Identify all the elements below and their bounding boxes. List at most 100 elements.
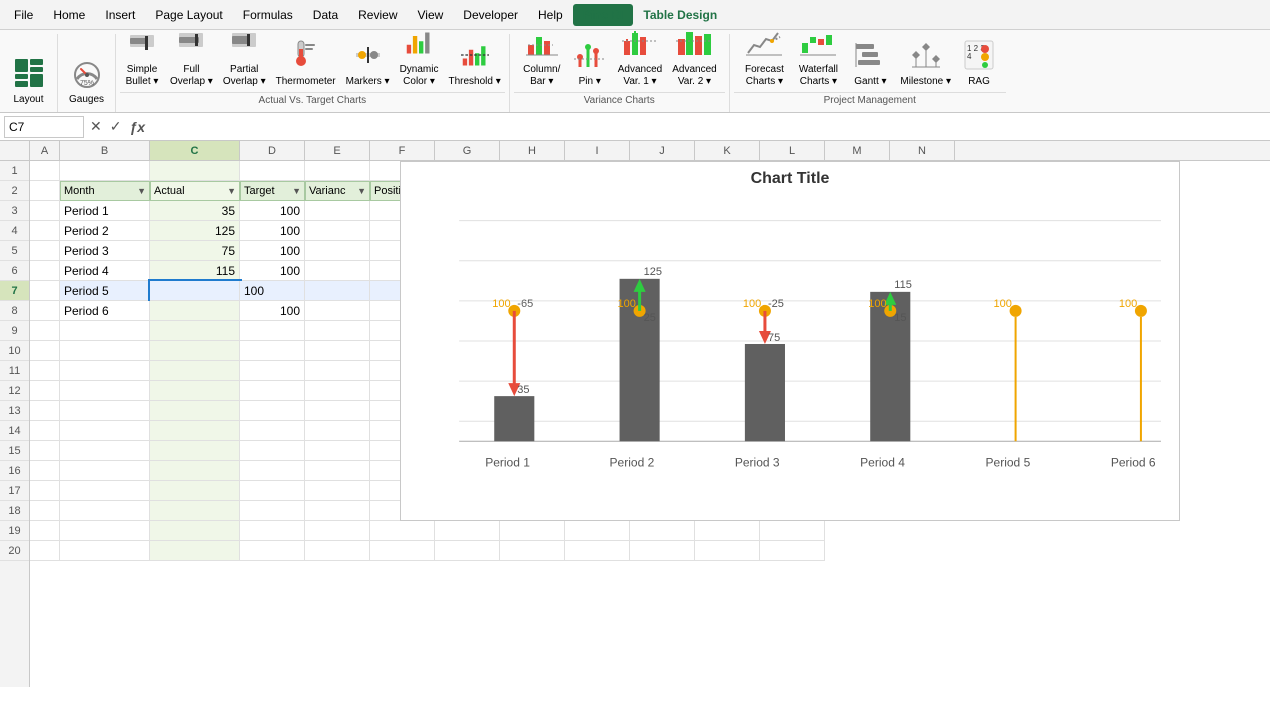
row-num-19[interactable]: 19 <box>0 521 29 541</box>
cell-c5[interactable]: 75 <box>150 241 240 261</box>
cell-c2-header[interactable]: Actual ▼ <box>150 181 240 201</box>
row-num-8[interactable]: 8 <box>0 301 29 321</box>
row-num-13[interactable]: 13 <box>0 401 29 421</box>
col-header-j[interactable]: J <box>630 141 695 160</box>
col-header-k[interactable]: K <box>695 141 760 160</box>
cell-d9[interactable] <box>240 321 305 341</box>
row-num-7[interactable]: 7 <box>0 281 29 301</box>
row-num-14[interactable]: 14 <box>0 421 29 441</box>
cell-c4[interactable]: 125 <box>150 221 240 241</box>
cell-a9[interactable] <box>30 321 60 341</box>
menu-help[interactable]: Help <box>528 4 573 26</box>
col-header-f[interactable]: F <box>370 141 435 160</box>
cell-a4[interactable] <box>30 221 60 241</box>
cell-e8[interactable] <box>305 301 370 321</box>
col-header-d[interactable]: D <box>240 141 305 160</box>
cell-b3[interactable]: Period 1 <box>60 201 150 221</box>
milestone-button[interactable]: Milestone ▾ <box>896 34 955 90</box>
row-num-3[interactable]: 3 <box>0 201 29 221</box>
menu-view[interactable]: View <box>408 4 454 26</box>
col-header-e[interactable]: E <box>305 141 370 160</box>
cell-e4[interactable] <box>305 221 370 241</box>
advanced-var2-button[interactable]: AdvancedVar. 2 ▾ <box>668 34 720 90</box>
cell-b2-header[interactable]: Month ▼ <box>60 181 150 201</box>
cell-b1[interactable] <box>60 161 150 181</box>
cell-d1[interactable] <box>240 161 305 181</box>
cell-b7[interactable]: Period 5 <box>60 281 150 301</box>
col-header-h[interactable]: H <box>500 141 565 160</box>
menu-formulas[interactable]: Formulas <box>233 4 303 26</box>
cell-e2-header[interactable]: Varianc ▼ <box>305 181 370 201</box>
simple-bullet-button[interactable]: SimpleBullet ▾ <box>120 34 164 90</box>
cell-e7[interactable] <box>305 281 370 301</box>
row-num-11[interactable]: 11 <box>0 361 29 381</box>
advanced-var1-button[interactable]: AdvancedVar. 1 ▾ <box>614 34 666 90</box>
cell-c3[interactable]: 35 <box>150 201 240 221</box>
row-num-4[interactable]: 4 <box>0 221 29 241</box>
markers-button[interactable]: Markers ▾ <box>342 34 394 90</box>
cell-a8[interactable] <box>30 301 60 321</box>
row-num-6[interactable]: 6 <box>0 261 29 281</box>
formula-cancel-icon[interactable]: ✕ <box>88 116 104 137</box>
cell-d8[interactable]: 100 <box>240 301 305 321</box>
cell-a5[interactable] <box>30 241 60 261</box>
cell-d4[interactable]: 100 <box>240 221 305 241</box>
cell-a1[interactable] <box>30 161 60 181</box>
menu-page-layout[interactable]: Page Layout <box>145 4 232 26</box>
cell-a6[interactable] <box>30 261 60 281</box>
cell-b6[interactable]: Period 4 <box>60 261 150 281</box>
column-bar-button[interactable]: Column/Bar ▾ <box>518 34 566 90</box>
pin-button[interactable]: Pin ▾ <box>568 34 612 90</box>
threshold-button[interactable]: Threshold ▾ <box>444 34 504 90</box>
cell-d6[interactable]: 100 <box>240 261 305 281</box>
cell-e1[interactable] <box>305 161 370 181</box>
cell-d7[interactable]: 100 <box>240 281 305 301</box>
waterfall-charts-button[interactable]: WaterfallCharts ▾ <box>792 34 844 90</box>
col-header-a[interactable]: A <box>30 141 60 160</box>
row-num-9[interactable]: 9 <box>0 321 29 341</box>
thermometer-button[interactable]: Thermometer <box>272 34 340 90</box>
cell-e5[interactable] <box>305 241 370 261</box>
formula-fx-icon[interactable]: ƒx <box>127 117 147 137</box>
menu-home[interactable]: Home <box>43 4 95 26</box>
cell-c9[interactable] <box>150 321 240 341</box>
cell-b8[interactable]: Period 6 <box>60 301 150 321</box>
partial-overlap-button[interactable]: PartialOverlap ▾ <box>219 34 270 90</box>
row-num-5[interactable]: 5 <box>0 241 29 261</box>
cell-e3[interactable] <box>305 201 370 221</box>
col-header-l[interactable]: L <box>760 141 825 160</box>
col-header-n[interactable]: N <box>890 141 955 160</box>
row-num-10[interactable]: 10 <box>0 341 29 361</box>
menu-review[interactable]: Review <box>348 4 407 26</box>
col-header-i[interactable]: I <box>565 141 630 160</box>
cell-c7[interactable] <box>150 281 240 301</box>
cell-c1[interactable] <box>150 161 240 181</box>
menu-table-design[interactable]: Table Design <box>633 4 727 26</box>
cell-a7[interactable] <box>30 281 60 301</box>
row-num-18[interactable]: 18 <box>0 501 29 521</box>
rag-button[interactable]: 1 2 3 4 RAG <box>957 34 1001 90</box>
row-num-15[interactable]: 15 <box>0 441 29 461</box>
cell-b9[interactable] <box>60 321 150 341</box>
row-num-12[interactable]: 12 <box>0 381 29 401</box>
cell-d2-header[interactable]: Target ▼ <box>240 181 305 201</box>
formula-input[interactable] <box>151 116 1266 138</box>
cell-c8[interactable] <box>150 301 240 321</box>
menu-file[interactable]: File <box>4 4 43 26</box>
layout-button[interactable]: Layout <box>9 52 49 108</box>
dynamic-color-button[interactable]: DynamicColor ▾ <box>396 34 443 90</box>
gauges-button[interactable]: 75% Gauges <box>65 52 108 108</box>
forecast-charts-button[interactable]: ForecastCharts ▾ <box>738 34 790 90</box>
menu-data[interactable]: Data <box>303 4 348 26</box>
col-header-g[interactable]: G <box>435 141 500 160</box>
col-header-b[interactable]: B <box>60 141 150 160</box>
row-num-2[interactable]: 2 <box>0 181 29 201</box>
menu-insert[interactable]: Insert <box>95 4 145 26</box>
cell-d3[interactable]: 100 <box>240 201 305 221</box>
cell-d5[interactable]: 100 <box>240 241 305 261</box>
row-num-16[interactable]: 16 <box>0 461 29 481</box>
cell-c6[interactable]: 115 <box>150 261 240 281</box>
formula-confirm-icon[interactable]: ✓ <box>108 116 124 137</box>
col-header-m[interactable]: M <box>825 141 890 160</box>
full-overlap-button[interactable]: FullOverlap ▾ <box>166 34 217 90</box>
